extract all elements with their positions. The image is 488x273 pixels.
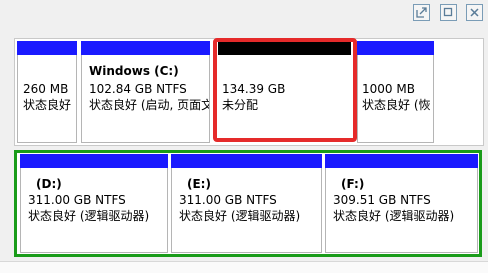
partition-c[interactable]: Windows (C:) 102.84 GB NTFS 状态良好 (启动, 页面… (81, 41, 210, 143)
partition-title: Windows (C:) (89, 64, 179, 78)
partition-size: 102.84 GB NTFS (89, 82, 187, 96)
partition-body: 1000 MB 状态良好 (恢 (357, 55, 434, 143)
partition-bar (20, 154, 168, 168)
partition-body: (D:) 311.00 GB NTFS 状态良好 (逻辑驱动器) (20, 168, 168, 253)
partition-e[interactable]: (E:) 311.00 GB NTFS 状态良好 (逻辑驱动器) (171, 154, 322, 253)
partition-size: 311.00 GB NTFS (179, 193, 277, 207)
partition-status: 状态良好 (逻辑驱动器) (333, 209, 455, 223)
partition-title: (F:) (341, 177, 365, 191)
partition-size: 311.00 GB NTFS (28, 193, 126, 207)
partition-status: 状态良好 (23, 98, 72, 112)
partition-size: 1000 MB (362, 82, 415, 96)
partition-status: 状态良好 (逻辑驱动器) (28, 209, 150, 223)
partition-body: Windows (C:) 102.84 GB NTFS 状态良好 (启动, 页面… (81, 55, 210, 143)
partition-bar (171, 154, 322, 168)
partition-d[interactable]: (D:) 311.00 GB NTFS 状态良好 (逻辑驱动器) (20, 154, 168, 253)
partition-status: 状态良好 (逻辑驱动器) (179, 209, 301, 223)
partition-bar (357, 41, 434, 55)
partition-efi[interactable]: 260 MB 状态良好 (17, 41, 77, 143)
partition-status: 状态良好 (启动, 页面文 (89, 98, 210, 112)
partition-body: (E:) 311.00 GB NTFS 状态良好 (逻辑驱动器) (171, 168, 322, 253)
partition-size: 260 MB (23, 82, 69, 96)
partition-body: (F:) 309.51 GB NTFS 状态良好 (逻辑驱动器) (325, 168, 478, 253)
partition-status: 状态良好 (恢 (362, 98, 431, 112)
partition-bar (17, 41, 77, 55)
partition-f[interactable]: (F:) 309.51 GB NTFS 状态良好 (逻辑驱动器) (325, 154, 478, 253)
partition-title: (E:) (187, 177, 211, 191)
popout-icon[interactable] (413, 4, 430, 21)
partition-bar (325, 154, 478, 168)
restore-icon[interactable] (440, 4, 457, 21)
partition-bar (81, 41, 210, 55)
partition-title: (D:) (36, 177, 62, 191)
partition-body: 260 MB 状态良好 (17, 55, 77, 143)
partition-size: 309.51 GB NTFS (333, 193, 431, 207)
selection-highlight (213, 38, 357, 142)
bottom-scroll-area[interactable] (0, 261, 488, 273)
partition-recovery[interactable]: 1000 MB 状态良好 (恢 (357, 41, 434, 143)
close-icon[interactable] (466, 4, 483, 21)
